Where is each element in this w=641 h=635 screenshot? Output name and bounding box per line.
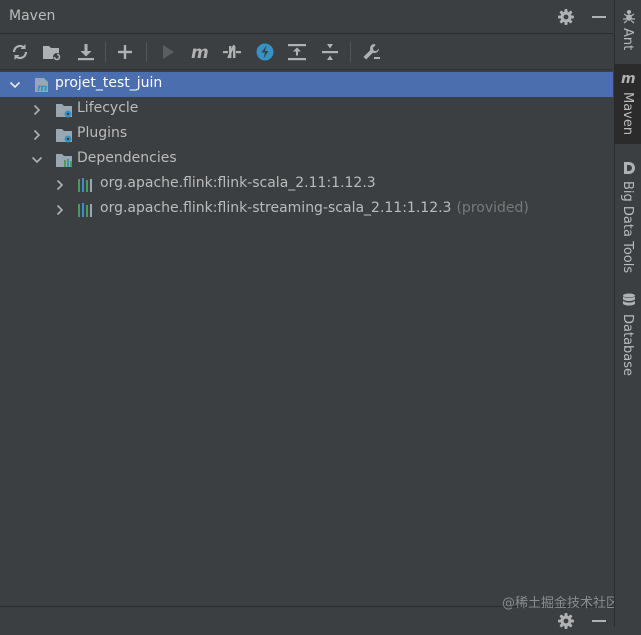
lifecycle-folder-icon (55, 101, 73, 119)
download-icon[interactable] (75, 41, 97, 63)
svg-text:m: m (621, 71, 636, 86)
project-name: projet_test_juin (55, 75, 163, 91)
skip-tests-icon[interactable] (254, 41, 276, 63)
tool-window-header: Maven (0, 0, 613, 34)
show-dependencies-icon[interactable] (286, 41, 308, 63)
collapse-all-icon[interactable] (319, 41, 341, 63)
tab-big-data-tools[interactable]: Big Data Tools (615, 154, 641, 279)
right-tool-strip: Ant m Maven Big Data Tools Database (614, 0, 641, 627)
tree-node-plugins[interactable]: Plugins (0, 122, 613, 147)
tab-ant[interactable]: Ant (615, 0, 641, 62)
library-icon (77, 176, 95, 194)
project-tree: m projet_test_juin Lifecycle Plugins Dep… (0, 70, 613, 604)
dependency-label-wrap: org.apache.flink:flink-streaming-scala_2… (100, 200, 529, 216)
gear-icon[interactable] (556, 7, 576, 27)
plugins-label: Plugins (77, 125, 128, 141)
add-icon[interactable] (114, 41, 136, 63)
chevron-right-icon[interactable] (53, 202, 67, 216)
reload-icon[interactable] (9, 41, 31, 63)
tree-node-dependencies[interactable]: Dependencies (0, 147, 613, 172)
toolbar-separator (105, 42, 106, 62)
tree-node-project[interactable]: m projet_test_juin (0, 72, 613, 97)
tree-node-lifecycle[interactable]: Lifecycle (0, 97, 613, 122)
tab-label: Ant (620, 28, 635, 51)
tab-label: Database (620, 314, 635, 377)
generate-sources-icon[interactable] (41, 41, 63, 63)
svg-text:m: m (37, 83, 47, 94)
toolbar-separator (146, 42, 147, 62)
plugins-folder-icon (55, 126, 73, 144)
minimize-icon[interactable] (589, 611, 609, 631)
toggle-offline-icon[interactable] (221, 41, 243, 63)
dependencies-label: Dependencies (77, 150, 177, 166)
dependency-label: org.apache.flink:flink-streaming-scala_2… (100, 200, 452, 216)
tab-maven[interactable]: m Maven (615, 64, 641, 144)
chevron-right-icon[interactable] (30, 102, 44, 116)
gear-icon[interactable] (556, 611, 576, 631)
tab-label: Big Data Tools (620, 181, 635, 274)
svg-text:m: m (191, 43, 209, 63)
chevron-down-icon[interactable] (8, 77, 22, 91)
tab-label: Maven (620, 92, 635, 136)
library-icon (77, 201, 95, 219)
chevron-down-icon[interactable] (30, 152, 44, 166)
tree-node-dependency[interactable]: org.apache.flink:flink-streaming-scala_2… (0, 197, 613, 222)
minimize-icon[interactable] (589, 7, 609, 27)
toolbar-separator (350, 42, 351, 62)
big-data-tools-icon (621, 160, 637, 176)
dependency-scope: (provided) (456, 200, 529, 216)
maven-module-icon: m (33, 76, 51, 94)
watermark: @稀土掘金技术社区 (502, 596, 620, 611)
settings-wrench-icon[interactable] (360, 41, 382, 63)
database-icon (621, 292, 637, 308)
panel-title: Maven (9, 8, 56, 24)
dependency-label: org.apache.flink:flink-scala_2.11:1.12.3 (100, 175, 376, 191)
maven-tool-window: Maven m m projet_test_juin Lifecycle Plu… (0, 0, 619, 629)
execute-goal-icon[interactable]: m (189, 41, 211, 63)
run-icon[interactable] (157, 41, 179, 63)
tab-database[interactable]: Database (615, 290, 641, 380)
maven-toolbar: m (0, 34, 613, 70)
chevron-right-icon[interactable] (53, 177, 67, 191)
tree-node-dependency[interactable]: org.apache.flink:flink-scala_2.11:1.12.3 (0, 172, 613, 197)
maven-icon: m (621, 70, 637, 87)
ant-icon (621, 8, 637, 24)
lifecycle-label: Lifecycle (77, 100, 139, 116)
chevron-right-icon[interactable] (30, 127, 44, 141)
dependencies-folder-icon (55, 151, 73, 169)
